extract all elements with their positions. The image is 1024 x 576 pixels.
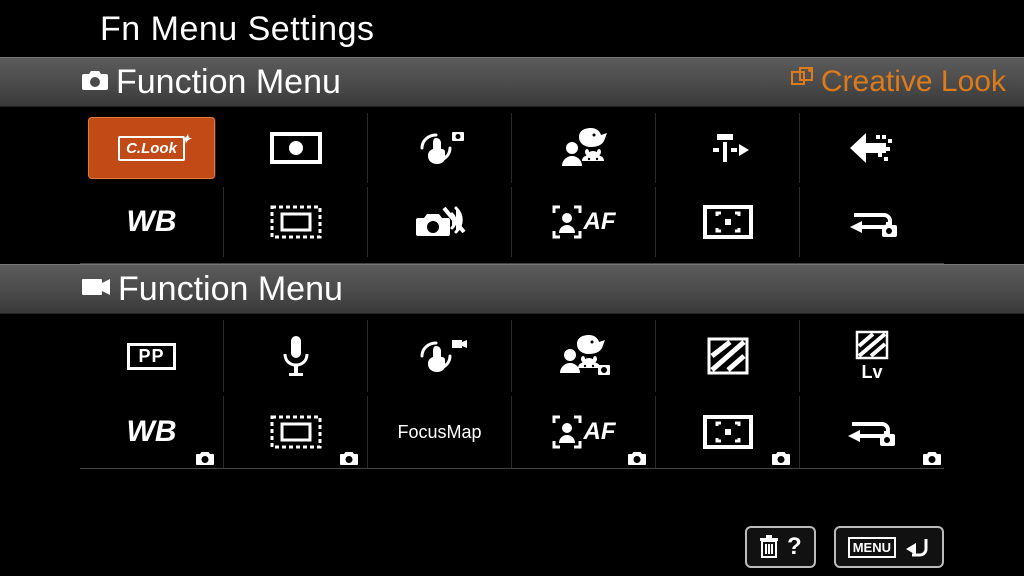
- item-face-eye-af-video[interactable]: AF: [512, 396, 656, 468]
- camera-badge-icon: [627, 450, 647, 466]
- dial-loop-video-icon: [842, 410, 902, 454]
- face-frame-icon: [552, 205, 582, 239]
- camera-menu-screen: Fn Menu Settings Function Menu Creative …: [0, 0, 1024, 576]
- subject-recognition-icon: [556, 126, 612, 170]
- camera-badge-icon: [195, 450, 215, 466]
- photo-function-grid: C.Look ✦: [0, 107, 1024, 263]
- item-focus-area[interactable]: [656, 187, 800, 257]
- video-function-grid: PP: [0, 314, 1024, 468]
- pixel-arrow-icon: [850, 129, 894, 167]
- silent-icon: [414, 202, 466, 242]
- camera-badge-icon: [922, 450, 942, 466]
- help-button[interactable]: ?: [745, 526, 816, 568]
- microphone-icon: [281, 334, 311, 378]
- apsc-video-icon: [268, 413, 324, 451]
- selected-item-label: Creative Look: [821, 65, 1006, 99]
- focus-map-label: FocusMap: [397, 422, 481, 443]
- focus-area-video-icon: [701, 413, 755, 451]
- item-focus-map[interactable]: FocusMap: [368, 396, 512, 468]
- menu-label: MENU: [848, 537, 896, 558]
- item-silent-mode[interactable]: [368, 187, 512, 257]
- item-apsc-frame[interactable]: [224, 187, 368, 257]
- steadyshot-video-icon: [412, 336, 468, 376]
- zebra-lv-icon: [855, 330, 889, 360]
- picture-profile-label: PP: [127, 343, 175, 370]
- item-steadyshot-photo[interactable]: [368, 113, 512, 183]
- white-balance-label: WB: [127, 205, 177, 239]
- item-zebra[interactable]: [656, 320, 800, 392]
- video-icon: [80, 276, 112, 303]
- subject-recognition-video-icon: [554, 333, 614, 379]
- item-focus-area-video[interactable]: [656, 396, 800, 468]
- focus-area-icon: [701, 203, 755, 241]
- help-label: ?: [787, 533, 802, 561]
- item-shoot-mode-dial[interactable]: [800, 187, 944, 257]
- item-metering-mode[interactable]: [224, 113, 368, 183]
- drive-mode-icon: [703, 130, 753, 166]
- creative-look-indicator-icon: [789, 65, 815, 99]
- video-section-header: Function Menu: [0, 264, 1024, 314]
- trash-icon: [759, 535, 779, 559]
- item-creative-look[interactable]: C.Look ✦: [88, 117, 216, 179]
- dial-loop-icon: [844, 201, 900, 243]
- item-subject-recognition[interactable]: [512, 113, 656, 183]
- menu-back-button[interactable]: MENU: [834, 526, 944, 568]
- item-subject-recognition-video[interactable]: [512, 320, 656, 392]
- item-shoot-mode-dial-video[interactable]: [800, 396, 944, 468]
- item-drive-mode[interactable]: [656, 113, 800, 183]
- item-steadyshot-video[interactable]: [368, 320, 512, 392]
- item-apsc-frame-video[interactable]: [224, 396, 368, 468]
- video-section-label: Function Menu: [118, 270, 343, 309]
- face-frame-icon: [552, 415, 582, 449]
- camera-icon: [80, 68, 110, 97]
- camera-badge-icon: [771, 450, 791, 466]
- photo-section-label: Function Menu: [116, 63, 341, 102]
- photo-section-header: Function Menu Creative Look: [0, 57, 1024, 107]
- footer-bar: ? MENU: [745, 526, 944, 568]
- item-picture-profile[interactable]: PP: [80, 320, 224, 392]
- zebra-icon: [706, 336, 750, 376]
- metering-icon: [268, 130, 324, 166]
- apsc-icon: [268, 203, 324, 241]
- item-face-eye-af[interactable]: AF: [512, 187, 656, 257]
- item-zebra-level[interactable]: Lv: [800, 320, 944, 392]
- page-title: Fn Menu Settings: [0, 0, 1024, 57]
- camera-badge-icon: [339, 450, 359, 466]
- item-white-balance-video[interactable]: WB: [80, 396, 224, 468]
- item-white-balance[interactable]: WB: [80, 187, 224, 257]
- item-audio-rec[interactable]: [224, 320, 368, 392]
- sparkle-icon: ✦: [181, 132, 191, 146]
- item-grid-display[interactable]: [800, 113, 944, 183]
- white-balance-video-label: WB: [127, 415, 177, 449]
- back-arrow-icon: [904, 535, 930, 559]
- steadyshot-icon: [412, 128, 468, 168]
